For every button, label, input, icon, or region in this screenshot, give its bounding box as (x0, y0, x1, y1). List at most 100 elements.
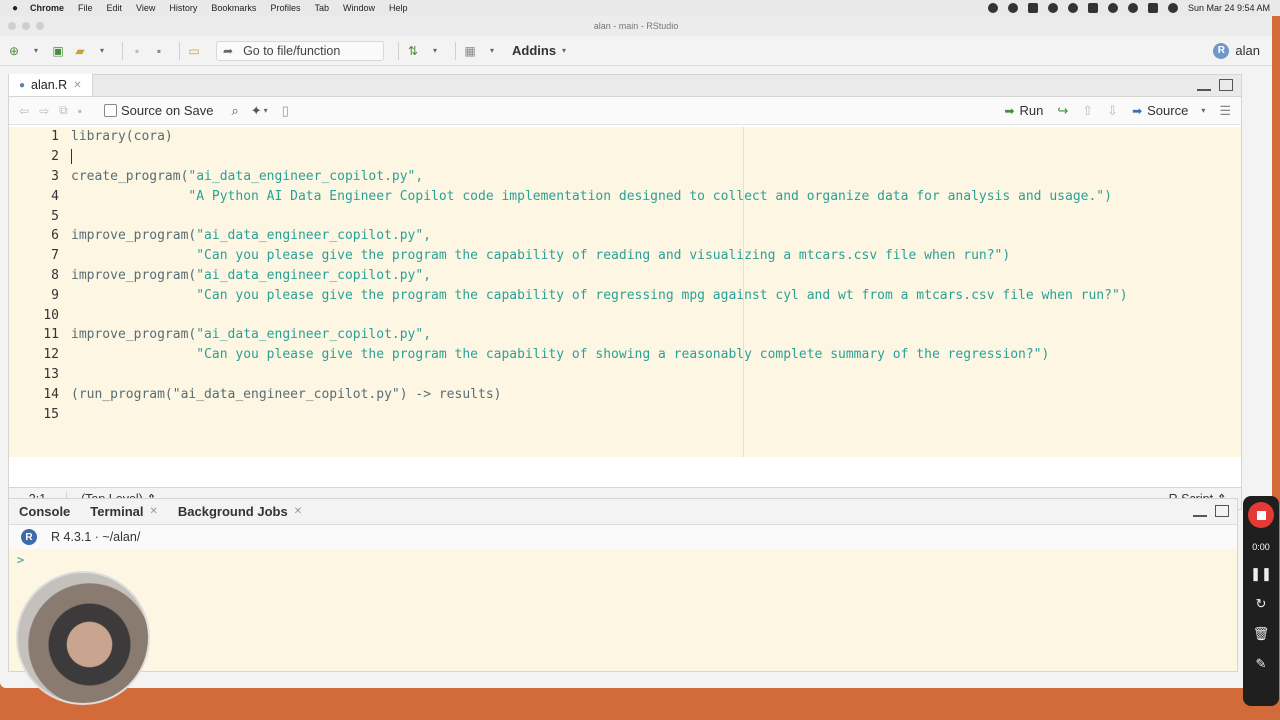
go-to-file-input[interactable]: ➦ Go to file/function (216, 40, 384, 61)
apple-menu-icon[interactable]: ● (0, 3, 30, 14)
menubar-clock[interactable]: Sun Mar 24 9:54 AM (1188, 3, 1270, 13)
code-text: improve_program("ai_data_engineer_copilo… (59, 228, 431, 243)
addins-menu[interactable]: Addins (512, 43, 556, 58)
control-center-icon[interactable] (1147, 3, 1158, 13)
code-editor[interactable]: 1 library(cora) 2 3 create_program("ai_data_… (9, 127, 1241, 457)
vcs-icon[interactable]: ⇅ (405, 43, 421, 59)
code-text: "Can you please give the program the cap… (59, 248, 1010, 263)
menu-view[interactable]: View (136, 3, 155, 13)
forward-icon[interactable]: ⇨ (39, 104, 49, 118)
go-down-chunk-icon[interactable]: ⇩ (1107, 103, 1118, 119)
go-to-arrow-icon: ➦ (223, 43, 234, 58)
close-jobs-tab-icon[interactable]: ✕ (294, 506, 302, 517)
tab-console[interactable]: Console (19, 504, 70, 519)
addins-dropdown-icon[interactable]: ▾ (556, 43, 572, 59)
go-up-chunk-icon[interactable]: ⇧ (1082, 103, 1093, 119)
tab-background-jobs-label: Background Jobs (177, 504, 288, 519)
code-line[interactable]: 10 (9, 305, 1241, 325)
code-text: "Can you please give the program the cap… (59, 347, 1049, 362)
restart-icon[interactable]: ↻ (1256, 596, 1267, 612)
console-tabbar: Console Terminal ✕ Background Jobs ✕ (9, 499, 1237, 525)
status-icon-1[interactable] (987, 3, 998, 13)
document-outline-icon[interactable]: ☰ (1219, 103, 1231, 119)
wifi-icon[interactable] (1107, 3, 1118, 13)
minimize-console-icon[interactable] (1193, 513, 1207, 517)
status-icon-3[interactable] (1047, 3, 1058, 13)
minimize-window-button[interactable] (22, 22, 30, 30)
menu-history[interactable]: History (169, 3, 197, 13)
tab-terminal[interactable]: Terminal ✕ (90, 504, 158, 519)
find-icon[interactable]: ⌕ (231, 103, 238, 119)
pane-layout-icon[interactable]: ▦ (462, 43, 478, 59)
battery-icon[interactable] (1087, 3, 1098, 13)
code-tools-wand-icon[interactable]: ✦ (251, 103, 262, 119)
vcs-dropdown-icon[interactable]: ▾ (427, 43, 443, 59)
code-line[interactable]: 11 improve_program("ai_data_engineer_copi… (9, 325, 1241, 345)
new-project-icon[interactable]: ▣ (50, 43, 66, 59)
code-line[interactable]: 15 (9, 404, 1241, 424)
code-text: "Can you please give the program the cap… (59, 288, 1127, 303)
source-dropdown-icon[interactable]: ▾ (1201, 106, 1205, 115)
maximize-console-icon[interactable] (1215, 505, 1229, 517)
tab-background-jobs[interactable]: Background Jobs ✕ (178, 504, 302, 519)
code-line[interactable]: 2 (9, 147, 1241, 167)
code-line[interactable]: 8 improve_program("ai_data_engineer_copil… (9, 266, 1241, 286)
code-tools-dropdown-icon[interactable]: ▾ (264, 106, 268, 115)
editor-tab-alan-r[interactable]: ● alan.R ✕ (9, 74, 93, 96)
code-line[interactable]: 5 (9, 206, 1241, 226)
r-file-icon: ● (19, 79, 26, 91)
code-line[interactable]: 13 (9, 365, 1241, 385)
maximize-pane-icon[interactable] (1219, 79, 1233, 91)
source-on-save-checkbox[interactable] (103, 104, 117, 117)
status-icon-2[interactable] (1027, 3, 1038, 13)
pause-icon[interactable]: ❚❚ (1250, 566, 1272, 582)
code-line[interactable]: 3 create_program("ai_data_engineer_copilo… (9, 167, 1241, 187)
menu-window[interactable]: Window (343, 3, 375, 13)
code-line[interactable]: 12 "Can you please give the program the … (9, 345, 1241, 365)
siri-icon[interactable] (1167, 3, 1178, 13)
code-line[interactable]: 1 library(cora) (9, 127, 1241, 147)
run-button[interactable]: ➡ Run (1004, 103, 1043, 118)
close-tab-icon[interactable]: ✕ (73, 80, 81, 91)
save-file-icon[interactable]: ▪ (78, 104, 82, 118)
compile-report-icon[interactable]: ▯ (282, 103, 289, 119)
save-all-icon[interactable]: ▪ (151, 43, 167, 59)
close-window-button[interactable] (8, 22, 16, 30)
menu-help[interactable]: Help (389, 3, 408, 13)
code-text: library(cora) (59, 129, 173, 144)
new-file-dropdown-icon[interactable]: ▾ (28, 43, 44, 59)
code-line[interactable]: 9 "Can you please give the program the c… (9, 285, 1241, 305)
menu-edit[interactable]: Edit (107, 3, 123, 13)
code-line[interactable]: 4 "A Python AI Data Engineer Copilot cod… (9, 186, 1241, 206)
back-icon[interactable]: ⇦ (19, 104, 29, 118)
search-icon[interactable] (1127, 3, 1138, 13)
code-line[interactable]: 14 (run_program("ai_data_engineer_copilot… (9, 384, 1241, 404)
show-in-window-icon[interactable]: ⧉ (59, 103, 68, 118)
console-output[interactable]: > (9, 549, 1237, 671)
code-line[interactable]: 6 improve_program("ai_data_engineer_copil… (9, 226, 1241, 246)
status-icon-4[interactable] (1067, 3, 1078, 13)
zoom-window-button[interactable] (36, 22, 44, 30)
rerun-icon[interactable]: ↪ (1057, 103, 1068, 119)
user-menu[interactable]: R alan (1213, 42, 1260, 59)
draw-icon[interactable]: ✎ (1256, 656, 1267, 672)
close-terminal-tab-icon[interactable]: ✕ (150, 506, 158, 517)
menu-file[interactable]: File (78, 3, 93, 13)
print-icon[interactable]: ▭ (186, 43, 202, 59)
menu-bookmarks[interactable]: Bookmarks (211, 3, 256, 13)
minimize-pane-icon[interactable] (1197, 87, 1211, 91)
trash-icon[interactable]: 🗑 (1253, 626, 1270, 642)
record-status-icon[interactable] (1007, 3, 1018, 13)
menu-profiles[interactable]: Profiles (270, 3, 300, 13)
open-file-icon[interactable]: ▰ (72, 43, 88, 59)
source-button[interactable]: ➡ Source ▾ (1132, 103, 1205, 118)
save-icon[interactable]: ▪ (129, 43, 145, 59)
code-token: improve_program( (71, 228, 197, 244)
menubar-app-name[interactable]: Chrome (30, 3, 64, 13)
stop-recording-button[interactable] (1248, 502, 1274, 528)
new-file-icon[interactable]: ⊕ (6, 43, 22, 59)
code-line[interactable]: 7 "Can you please give the program the c… (9, 246, 1241, 266)
pane-layout-dropdown-icon[interactable]: ▾ (484, 43, 500, 59)
open-file-dropdown-icon[interactable]: ▾ (94, 43, 110, 59)
menu-tab[interactable]: Tab (314, 3, 329, 13)
